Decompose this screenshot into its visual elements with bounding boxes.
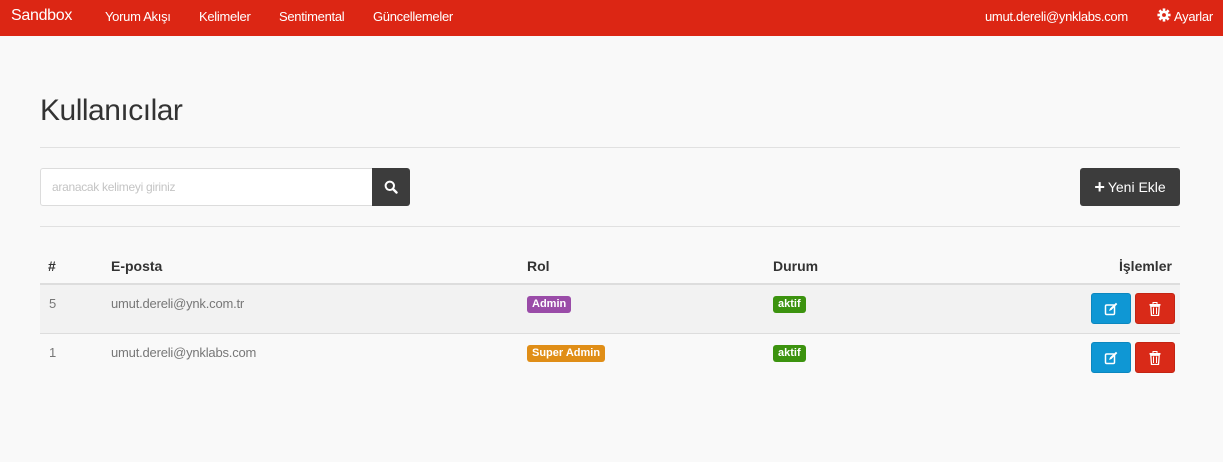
edit-button[interactable]: [1091, 342, 1131, 373]
page-title: Kullanıcılar: [40, 94, 183, 127]
search-input[interactable]: [40, 168, 373, 206]
edit-icon: [1104, 351, 1118, 364]
status-badge: aktif: [773, 296, 806, 313]
row-email: umut.dereli@ynklabs.com: [111, 345, 257, 360]
delete-button[interactable]: [1135, 293, 1175, 324]
role-badge: Admin: [527, 296, 572, 313]
col-header-id: #: [48, 258, 56, 274]
nav-item-guncellemeler[interactable]: Güncellemeler: [373, 9, 453, 24]
row-divider: [40, 333, 1180, 334]
add-new-label: Yeni Ekle: [1107, 179, 1166, 195]
search-icon: [384, 180, 398, 194]
col-header-email: E-posta: [111, 258, 163, 274]
role-badge: Super Admin: [527, 345, 606, 362]
nav-item-sentimental[interactable]: Sentimental: [279, 9, 345, 24]
nav-item-kelimeler[interactable]: Kelimeler: [199, 9, 251, 24]
gear-icon: [1157, 8, 1171, 22]
edit-icon: [1104, 302, 1118, 315]
edit-button[interactable]: [1091, 293, 1131, 324]
brand-link[interactable]: Sandbox: [11, 7, 72, 25]
nav-item-yorum-akisi[interactable]: Yorum Akışı: [105, 9, 171, 24]
user-email-link[interactable]: umut.dereli@ynklabs.com: [985, 9, 1128, 24]
row-email: umut.dereli@ynk.com.tr: [111, 296, 245, 311]
top-navbar: Sandbox Yorum Akışı Kelimeler Sentimenta…: [0, 0, 1223, 36]
add-new-button[interactable]: + Yeni Ekle: [1080, 168, 1180, 206]
col-header-status: Durum: [773, 258, 819, 274]
row-id: 5: [49, 296, 57, 311]
settings-link[interactable]: Ayarlar: [1174, 9, 1213, 24]
status-badge: aktif: [773, 345, 806, 362]
title-divider: [40, 147, 1180, 148]
trash-icon: [1149, 350, 1161, 365]
toolbar-divider: [40, 226, 1180, 227]
row-id: 1: [49, 345, 57, 360]
col-header-role: Rol: [527, 258, 550, 274]
plus-icon: +: [1094, 177, 1105, 197]
search-button[interactable]: [372, 168, 410, 206]
delete-button[interactable]: [1135, 342, 1175, 373]
trash-icon: [1149, 301, 1161, 316]
col-header-actions: İşlemler: [1119, 258, 1172, 274]
